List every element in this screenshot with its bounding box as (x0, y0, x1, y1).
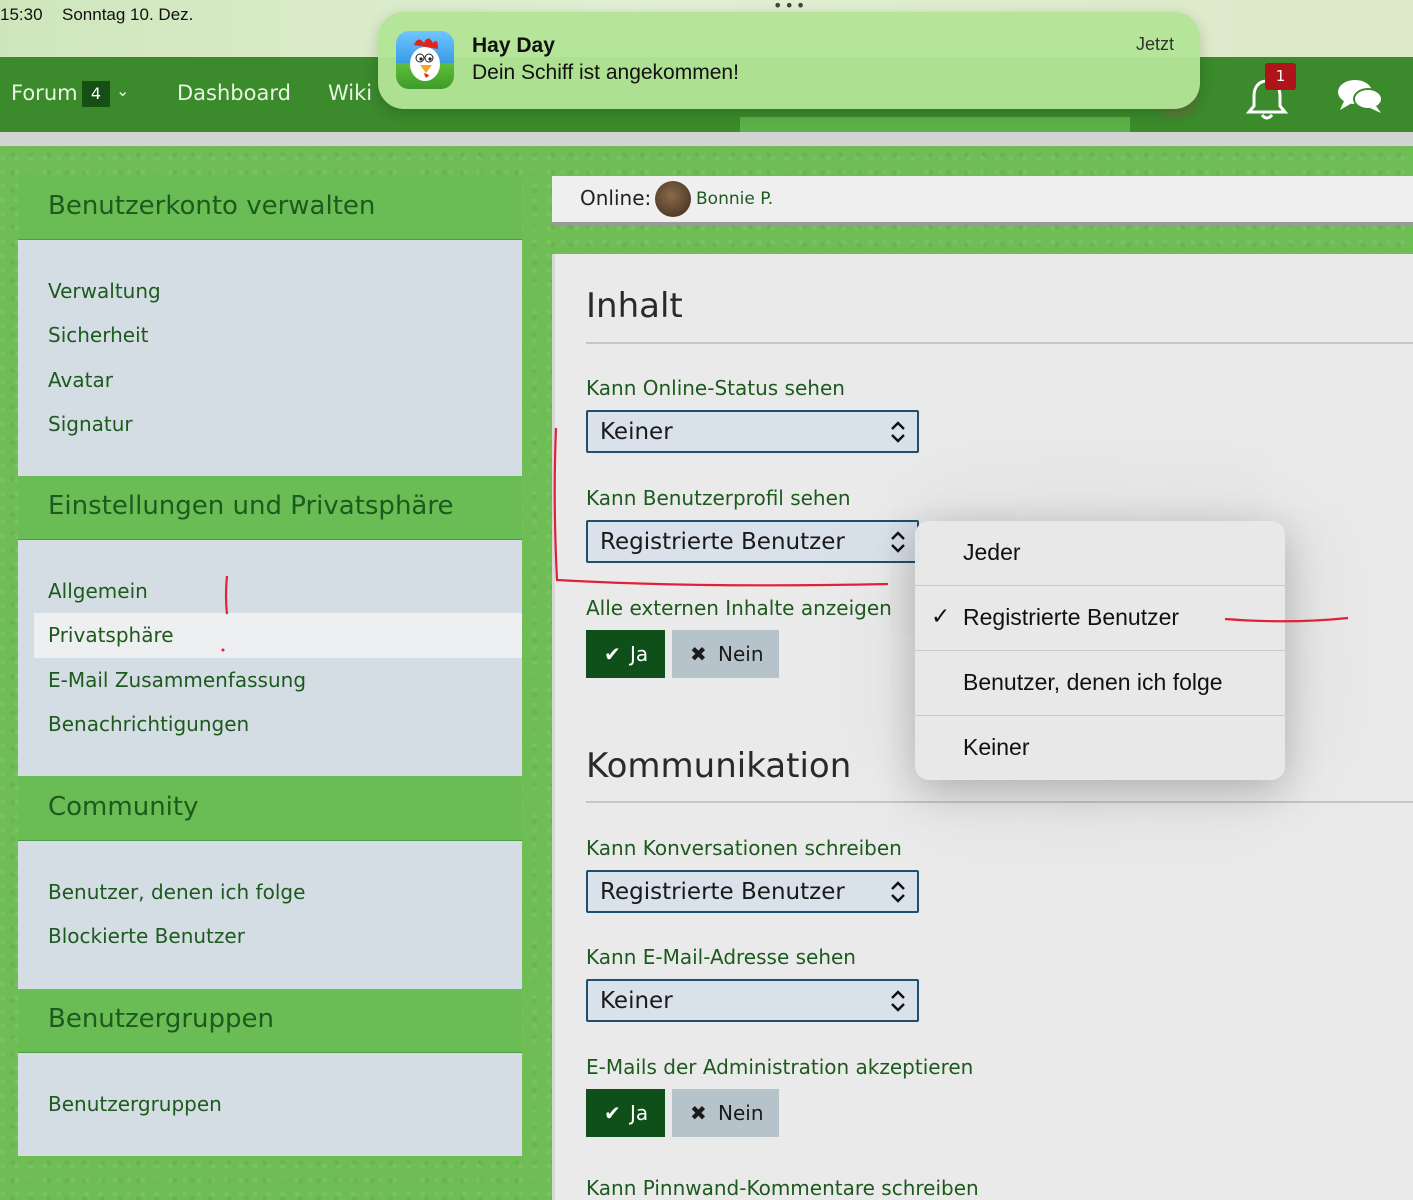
sidebar-item-benutzergruppen[interactable]: Benutzergruppen (48, 1092, 222, 1116)
sidebar-item-benachrichtigungen[interactable]: Benachrichtigungen (48, 712, 249, 736)
sidebar-item-blocked[interactable]: Blockierte Benutzer (48, 924, 245, 948)
sidebar-item-following[interactable]: Benutzer, denen ich folge (48, 880, 305, 904)
x-icon: ✖ (690, 642, 707, 666)
nav-dashboard[interactable]: Dashboard (177, 81, 291, 105)
online-user-avatar[interactable] (655, 181, 691, 217)
profile-visibility-value: Registrierte Benutzer (600, 529, 845, 555)
check-icon: ✔ (604, 1101, 621, 1125)
wall-comments-label: Kann Pinnwand-Kommentare schreiben (586, 1176, 979, 1200)
checkmark-icon: ✓ (931, 604, 951, 630)
sidebar-header-settings: Einstellungen und Privatsphäre (18, 476, 522, 540)
sidebar-item-allgemein[interactable]: Allgemein (48, 579, 148, 603)
section-title-inhalt: Inhalt (586, 286, 683, 326)
profile-visibility-select[interactable]: Registrierte Benutzer (586, 520, 919, 563)
select-arrows-icon (891, 421, 905, 443)
nav-wiki[interactable]: Wiki (328, 81, 372, 105)
email-address-select[interactable]: Keiner (586, 979, 919, 1022)
nav-forum[interactable]: Forum (11, 81, 78, 105)
external-content-label: Alle externen Inhalte anzeigen (586, 596, 892, 620)
sidebar-item-signatur[interactable]: Signatur (48, 412, 133, 436)
dropdown-option-registrierte[interactable]: ✓ Registrierte Benutzer (915, 586, 1285, 651)
sidebar-header-account: Benutzerkonto verwalten (18, 176, 522, 240)
dropdown-option-jeder[interactable]: Jeder (915, 521, 1285, 586)
online-status-select[interactable]: Keiner (586, 410, 919, 453)
admin-mail-no-button[interactable]: ✖ Nein (672, 1089, 779, 1137)
email-address-value: Keiner (600, 988, 673, 1014)
forum-count-badge: 4 (82, 81, 110, 107)
profile-visibility-label: Kann Benutzerprofil sehen (586, 486, 851, 510)
admin-mail-label: E-Mails der Administration akzeptieren (586, 1055, 974, 1079)
section-title-kommunikation: Kommunikation (586, 746, 852, 786)
notification-app-name: Hay Day (472, 34, 555, 57)
select-arrows-icon (891, 990, 905, 1012)
sidebar-panel-settings: Allgemein Privatsphäre E-Mail Zusammenfa… (18, 540, 522, 776)
notification-time: Jetzt (1135, 34, 1174, 54)
hay-day-app-icon (396, 31, 454, 89)
online-user-link[interactable]: Bonnie P. (696, 189, 773, 209)
profile-visibility-dropdown: Jeder ✓ Registrierte Benutzer Benutzer, … (915, 521, 1285, 780)
sidebar-title-community: Community (48, 792, 199, 822)
conversations-select[interactable]: Registrierte Benutzer (586, 870, 919, 913)
sidebar-title-settings: Einstellungen und Privatsphäre (48, 491, 454, 521)
sidebar-header-groups: Benutzergruppen (18, 989, 522, 1053)
status-time: 15:30 (0, 5, 43, 24)
online-status-label: Kann Online-Status sehen (586, 376, 845, 400)
sidebar-panel-community: Benutzer, denen ich folge Blockierte Ben… (18, 841, 522, 989)
x-icon: ✖ (690, 1101, 707, 1125)
online-users-bar: Online: Bonnie P. (552, 176, 1413, 225)
conversations-value: Registrierte Benutzer (600, 879, 845, 905)
external-content-yes-button[interactable]: ✔ Ja (586, 630, 665, 678)
section-divider (586, 801, 1413, 803)
push-notification[interactable]: Hay Day Dein Schiff ist angekommen! Jetz… (378, 12, 1200, 109)
sidebar-item-email-zusammenfassung[interactable]: E-Mail Zusammenfassung (48, 668, 306, 692)
conversations-label: Kann Konversationen schreiben (586, 836, 902, 860)
nav-highlight-strip (740, 117, 1130, 132)
header-divider (0, 132, 1413, 146)
select-arrows-icon (891, 531, 905, 553)
check-icon: ✔ (604, 642, 621, 666)
external-content-no-button[interactable]: ✖ Nein (672, 630, 779, 678)
chevron-down-icon[interactable]: ⌄ (116, 81, 129, 100)
admin-mail-yes-button[interactable]: ✔ Ja (586, 1089, 665, 1137)
sidebar-panel-groups: Benutzergruppen (18, 1053, 522, 1156)
online-label: Online: (580, 186, 652, 210)
sidebar-panel-account: Verwaltung Sicherheit Avatar Signatur (18, 240, 522, 476)
sidebar-title-groups: Benutzergruppen (48, 1004, 275, 1034)
email-address-label: Kann E-Mail-Adresse sehen (586, 945, 856, 969)
section-divider (586, 342, 1413, 344)
dropdown-option-keiner[interactable]: Keiner (915, 716, 1285, 781)
sidebar-title-account: Benutzerkonto verwalten (48, 191, 376, 221)
sidebar-header-community: Community (18, 777, 522, 841)
sidebar-item-verwaltung[interactable]: Verwaltung (48, 279, 161, 303)
status-date: Sonntag 10. Dez. (62, 5, 194, 24)
dropdown-option-following[interactable]: Benutzer, denen ich folge (915, 651, 1285, 716)
sidebar-item-sicherheit[interactable]: Sicherheit (48, 323, 148, 347)
select-arrows-icon (891, 881, 905, 903)
sidebar-item-privatsphaere[interactable]: Privatsphäre (48, 623, 174, 647)
online-status-value: Keiner (600, 419, 673, 445)
notification-count-badge: 1 (1265, 63, 1296, 90)
conversations-icon[interactable] (1336, 77, 1384, 115)
notification-message: Dein Schiff ist angekommen! (472, 61, 739, 84)
sidebar-item-avatar[interactable]: Avatar (48, 368, 113, 392)
